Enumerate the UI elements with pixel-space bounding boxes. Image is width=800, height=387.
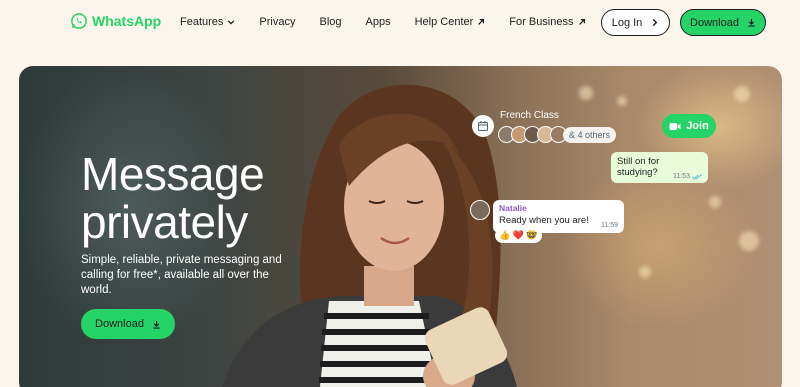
message-sender: Natalie (499, 203, 527, 213)
nav-item-label: Help Center (414, 16, 474, 28)
join-label: Join (686, 120, 709, 132)
whatsapp-logo[interactable]: WhatsApp (70, 12, 161, 30)
hero-section: Message privately Simple, reliable, priv… (19, 66, 782, 387)
login-label: Log In (611, 16, 643, 29)
outgoing-message-bubble: Still on for studying? 11:53 (611, 152, 708, 183)
nav-item-features[interactable]: Features (180, 16, 235, 28)
nav-item-blog[interactable]: Blog (319, 16, 341, 28)
message-time: 11:53 (673, 173, 702, 180)
hero-download-button[interactable]: Download (81, 309, 175, 339)
top-navigation: WhatsApp Features Privacy Blog Apps Help… (0, 0, 800, 46)
download-label: Download (95, 318, 144, 330)
download-icon (748, 18, 755, 27)
nav-links: Features Privacy Blog Apps Help Center F… (180, 0, 586, 44)
arrow-up-right-icon (478, 18, 485, 25)
join-call-button[interactable]: Join (662, 114, 716, 138)
nav-item-label: For Business (509, 16, 574, 28)
double-check-icon (692, 173, 702, 180)
group-avatars (498, 126, 567, 143)
message-timestamp: 11:53 (673, 173, 690, 180)
nav-item-privacy[interactable]: Privacy (259, 16, 295, 28)
nav-item-for-business[interactable]: For Business (509, 16, 585, 28)
nav-item-label: Blog (319, 16, 342, 28)
video-camera-icon (669, 122, 681, 130)
group-name: French Class (500, 110, 559, 121)
download-icon (153, 320, 160, 329)
nav-item-help-center[interactable]: Help Center (415, 16, 486, 28)
download-label: Download (690, 16, 739, 29)
hero-title-line1: Message (81, 148, 265, 200)
avatar (470, 200, 490, 220)
hero-title: Message privately (81, 148, 265, 248)
calendar-icon (472, 115, 494, 137)
hero-subtitle: Simple, reliable, private messaging and … (81, 254, 282, 296)
nav-item-label: Features (180, 16, 224, 28)
nav-item-label: Privacy (259, 16, 296, 28)
login-button[interactable]: Log In (601, 9, 670, 36)
nav-item-label: Apps (365, 16, 391, 28)
chevron-right-icon (652, 18, 658, 27)
nav-download-button[interactable]: Download (680, 9, 766, 36)
whatsapp-icon (71, 13, 87, 29)
nav-item-apps[interactable]: Apps (366, 16, 391, 28)
hero-title-line2: privately (81, 196, 248, 248)
message-reactions: 👍 ❤️ 🤓 (495, 228, 542, 243)
others-count: & 4 others (563, 127, 617, 143)
chevron-down-icon (228, 20, 235, 25)
message-timestamp: 11:59 (601, 222, 618, 229)
brand-name: WhatsApp (92, 13, 162, 29)
arrow-up-right-icon (578, 18, 585, 25)
